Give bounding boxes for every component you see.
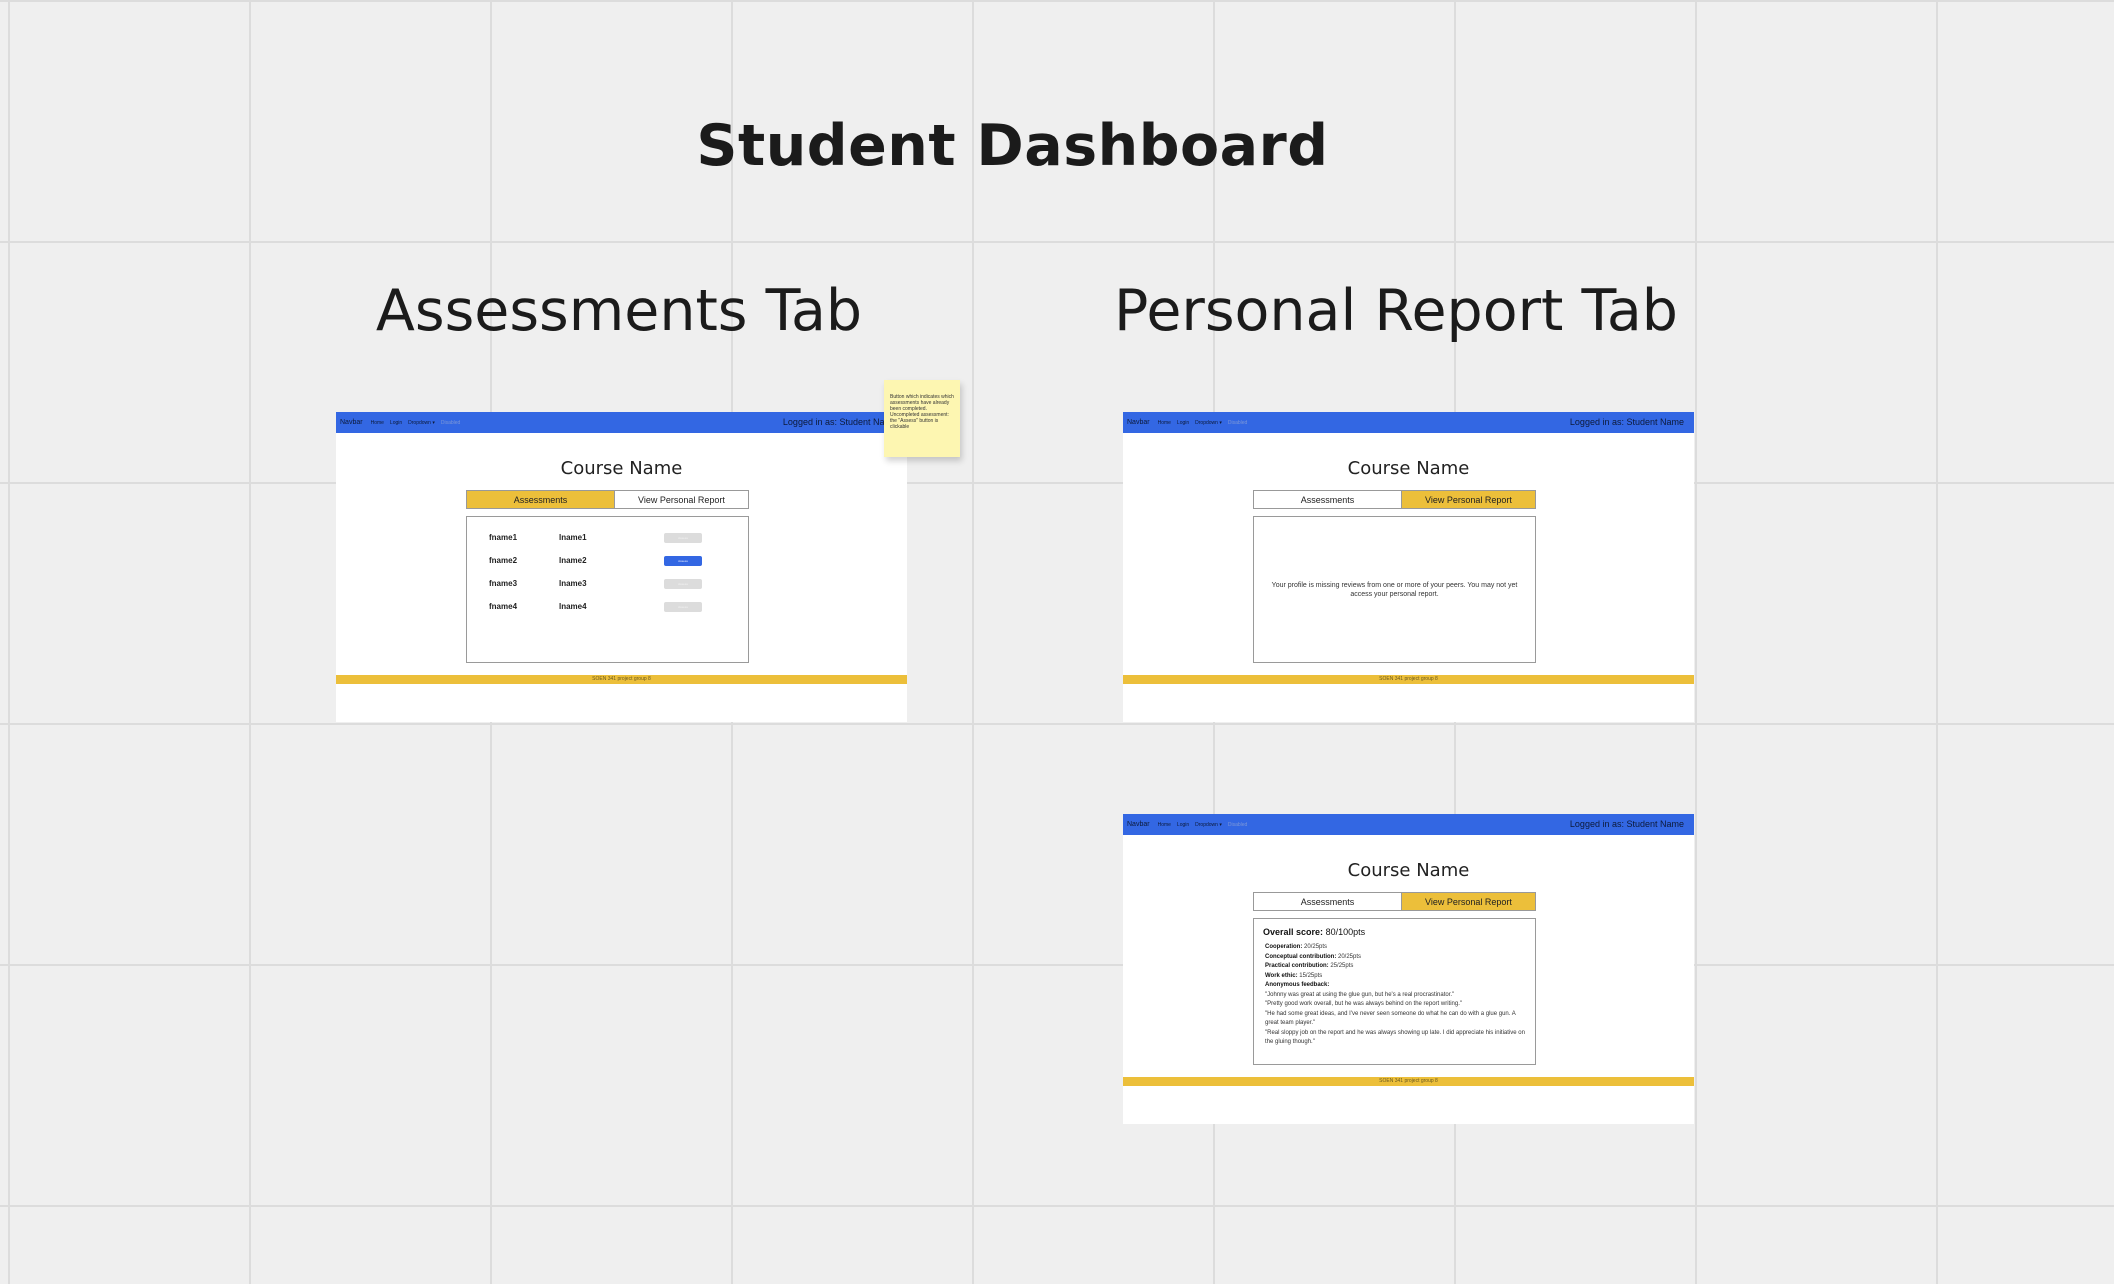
score-item: Cooperation: 20/25pts xyxy=(1263,943,1526,953)
assess-button[interactable]: Assess xyxy=(664,602,702,612)
table-row: fname4 lname4 Assess xyxy=(467,600,748,614)
assess-button[interactable]: Assess xyxy=(664,556,702,566)
score-item-label: Practical contribution: xyxy=(1265,963,1329,969)
nav-link-disabled: Disabled xyxy=(1227,821,1248,828)
tab-view-personal-report[interactable]: View Personal Report xyxy=(1401,491,1535,508)
student-last-name: lname3 xyxy=(559,579,587,588)
navbar-brand[interactable]: Navbar xyxy=(1127,419,1150,426)
feedback-item: "He had some great ideas, and I've never… xyxy=(1265,1010,1516,1027)
footer: SOEN 341 project group 8 xyxy=(1123,1077,1694,1086)
navbar-brand[interactable]: Navbar xyxy=(1127,821,1150,828)
section-title-assessments: Assessments Tab xyxy=(375,278,863,344)
course-name: Course Name xyxy=(560,458,683,479)
mockup-personal-report-missing: Navbar Home Login Dropdown ▾ Disabled Lo… xyxy=(1123,412,1694,722)
overall-score: Overall score: 80/100pts xyxy=(1263,927,1526,937)
navbar: Navbar Home Login Dropdown ▾ Disabled Lo… xyxy=(336,412,907,433)
assessments-panel: fname1 lname1 Assess fname2 lname2 Asses… xyxy=(466,516,749,663)
section-title-personal-report: Personal Report Tab xyxy=(1114,278,1678,344)
mockup-personal-report-full: Navbar Home Login Dropdown ▾ Disabled Lo… xyxy=(1123,814,1694,1124)
tab-bar: Assessments View Personal Report xyxy=(466,490,749,509)
nav-link-home[interactable]: Home xyxy=(1158,420,1171,426)
score-item-value: 20/25pts xyxy=(1304,944,1328,950)
tab-assessments[interactable]: Assessments xyxy=(1254,491,1402,508)
nav-link-login[interactable]: Login xyxy=(1177,822,1189,828)
overall-score-label: Overall score: xyxy=(1263,927,1324,937)
navbar-brand[interactable]: Navbar xyxy=(340,419,363,426)
student-first-name: fname4 xyxy=(489,602,518,611)
nav-link-disabled: Disabled xyxy=(1227,419,1248,426)
score-item: Work ethic: 15/25pts xyxy=(1263,972,1526,982)
assess-button[interactable]: Assess xyxy=(664,533,702,543)
student-first-name: fname1 xyxy=(489,533,518,542)
logged-in-user: Logged in as: Student Name xyxy=(1569,417,1684,427)
table-row: fname2 lname2 Assess xyxy=(467,554,748,568)
nav-dropdown[interactable]: Dropdown ▾ xyxy=(1195,420,1222,426)
navbar: Navbar Home Login Dropdown ▾ Disabled Lo… xyxy=(1123,412,1694,433)
assess-button[interactable]: Assess xyxy=(664,579,702,589)
tab-assessments[interactable]: Assessments xyxy=(1254,893,1402,910)
tab-view-personal-report[interactable]: View Personal Report xyxy=(614,491,748,508)
course-name: Course Name xyxy=(1347,458,1470,479)
score-item-label: Conceptual contribution: xyxy=(1265,953,1337,960)
overall-score-value: 80/100pts xyxy=(1325,927,1366,937)
nav-dropdown[interactable]: Dropdown ▾ xyxy=(1195,822,1222,828)
tab-bar: Assessments View Personal Report xyxy=(1253,892,1536,911)
score-item-value: 15/25pts xyxy=(1299,972,1323,979)
score-item-value: 20/25pts xyxy=(1338,953,1362,960)
report-panel: Your profile is missing reviews from one… xyxy=(1253,516,1536,663)
missing-reviews-message: Your profile is missing reviews from one… xyxy=(1271,582,1518,598)
report-panel: Overall score: 80/100pts Cooperation: 20… xyxy=(1253,918,1536,1065)
score-item-label: Cooperation: xyxy=(1265,944,1303,950)
footer: SOEN 341 project group 8 xyxy=(1123,675,1694,684)
score-item: Conceptual contribution: 20/25pts xyxy=(1263,953,1526,963)
course-name: Course Name xyxy=(1347,860,1470,881)
footer: SOEN 341 project group 8 xyxy=(336,675,907,684)
logged-in-user: Logged in as: Student Name xyxy=(782,417,897,427)
nav-link-home[interactable]: Home xyxy=(1158,822,1171,828)
feedback-item: "Real sloppy job on the report and he wa… xyxy=(1265,1029,1525,1046)
logged-in-user: Logged in as: Student Name xyxy=(1569,819,1684,829)
feedback-heading: Anonymous feedback: xyxy=(1263,981,1526,991)
nav-link-disabled: Disabled xyxy=(440,419,461,426)
student-last-name: lname1 xyxy=(559,533,587,542)
page-title: Student Dashboard xyxy=(696,113,1329,179)
score-item: Practical contribution: 25/25pts xyxy=(1263,962,1526,972)
score-item-value: 25/25pts xyxy=(1330,963,1354,969)
feedback-item: "Pretty good work overall, but he was al… xyxy=(1265,1001,1463,1007)
student-last-name: lname2 xyxy=(559,556,587,565)
student-last-name: lname4 xyxy=(559,602,587,611)
tab-assessments[interactable]: Assessments xyxy=(467,491,615,508)
table-row: fname1 lname1 Assess xyxy=(467,531,748,545)
student-first-name: fname3 xyxy=(489,579,518,588)
table-row: fname3 lname3 Assess xyxy=(467,577,748,591)
nav-link-home[interactable]: Home xyxy=(371,420,384,426)
tab-view-personal-report[interactable]: View Personal Report xyxy=(1401,893,1535,910)
student-first-name: fname2 xyxy=(489,556,518,565)
feedback-item: "Johnny was great at using the glue gun,… xyxy=(1265,991,1455,998)
sticky-note[interactable]: Button which indicates which assessments… xyxy=(884,380,960,457)
score-item-label: Work ethic: xyxy=(1265,972,1298,979)
nav-link-login[interactable]: Login xyxy=(1177,420,1189,426)
feedback-label: Anonymous feedback: xyxy=(1265,982,1330,988)
mockup-assessments-tab: Navbar Home Login Dropdown ▾ Disabled Lo… xyxy=(336,412,907,722)
nav-dropdown[interactable]: Dropdown ▾ xyxy=(408,420,435,426)
tab-bar: Assessments View Personal Report xyxy=(1253,490,1536,509)
nav-link-login[interactable]: Login xyxy=(390,420,402,426)
navbar: Navbar Home Login Dropdown ▾ Disabled Lo… xyxy=(1123,814,1694,835)
